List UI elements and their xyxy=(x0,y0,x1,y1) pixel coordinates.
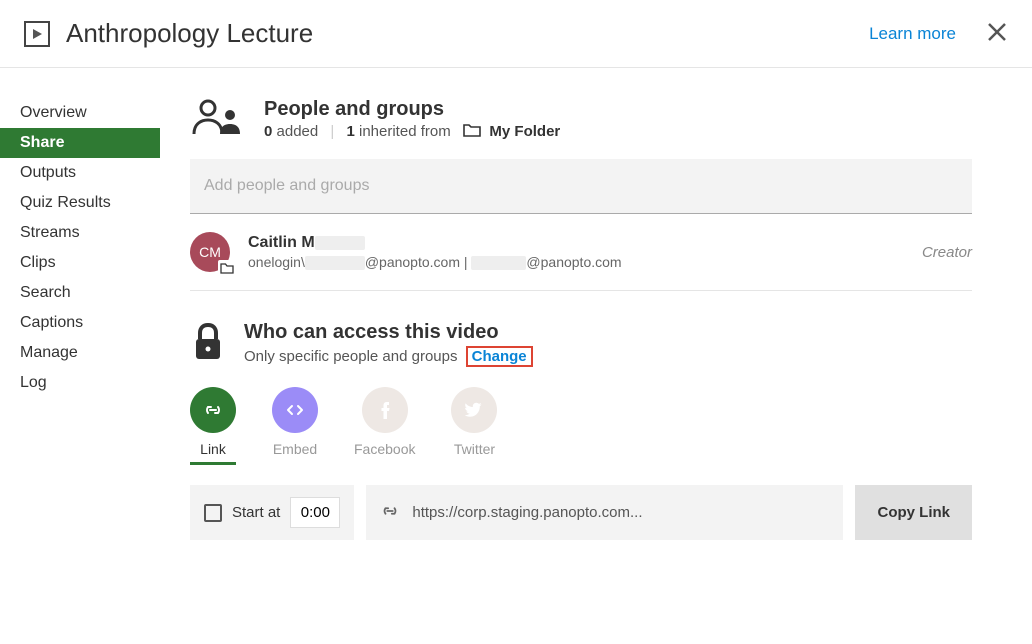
added-label: added xyxy=(277,123,319,140)
twitter-icon xyxy=(451,387,497,433)
access-title: Who can access this video xyxy=(244,321,533,344)
sidebar-item-streams[interactable]: Streams xyxy=(0,218,160,248)
people-subtitle: 0 added | 1 inherited from My Folder xyxy=(264,123,560,141)
folder-icon xyxy=(463,123,481,141)
redacted-text xyxy=(305,256,365,270)
person-email-sep: | xyxy=(460,254,471,270)
link-icon-small xyxy=(380,501,400,525)
redacted-text xyxy=(471,256,526,270)
start-at-time-input[interactable] xyxy=(290,497,340,528)
share-url-text: https://corp.staging.panopto.com... xyxy=(412,504,642,521)
copy-link-button[interactable]: Copy Link xyxy=(855,485,972,540)
person-login-prefix: onelogin\ xyxy=(248,254,305,270)
people-title: People and groups xyxy=(264,98,560,121)
access-subtitle-text: Only specific people and groups xyxy=(244,348,457,365)
sidebar-item-clips[interactable]: Clips xyxy=(0,248,160,278)
lock-icon xyxy=(190,321,226,363)
close-icon[interactable] xyxy=(986,20,1008,48)
learn-more-link[interactable]: Learn more xyxy=(869,24,956,44)
avatar-folder-badge xyxy=(218,260,236,276)
people-icon xyxy=(190,98,246,138)
access-subtitle: Only specific people and groups Change xyxy=(244,348,533,365)
share-tab-embed-label: Embed xyxy=(273,441,317,457)
video-icon xyxy=(24,21,50,47)
redacted-text xyxy=(315,236,365,250)
share-url-box[interactable]: https://corp.staging.panopto.com... xyxy=(366,485,843,540)
share-tab-link-label: Link xyxy=(200,441,226,457)
start-at-label: Start at xyxy=(232,504,280,521)
sidebar-item-outputs[interactable]: Outputs xyxy=(0,158,160,188)
share-tab-twitter[interactable]: Twitter xyxy=(451,387,497,457)
access-section-header: Who can access this video Only specific … xyxy=(190,321,972,365)
facebook-icon xyxy=(362,387,408,433)
inherited-count: 1 xyxy=(346,123,354,140)
person-info: Caitlin M onelogin\ @panopto.com | @panop… xyxy=(248,234,904,270)
sidebar-item-captions[interactable]: Captions xyxy=(0,308,160,338)
person-subline: onelogin\ @panopto.com | @panopto.com xyxy=(248,254,904,270)
add-people-input[interactable] xyxy=(204,177,958,195)
start-at-box: Start at xyxy=(190,485,354,540)
link-icon xyxy=(190,387,236,433)
share-tab-embed[interactable]: Embed xyxy=(272,387,318,457)
share-tabs: Link Embed Facebook Twitter xyxy=(190,387,972,457)
person-name: Caitlin M xyxy=(248,234,904,252)
people-section-header: People and groups 0 added | 1 inherited … xyxy=(190,98,972,141)
person-row: CM Caitlin M onelogin\ @panopto.com | @pa… xyxy=(190,214,972,291)
add-people-input-wrap xyxy=(190,159,972,214)
inherited-label: inherited from xyxy=(359,123,451,140)
sidebar-item-share[interactable]: Share xyxy=(0,128,160,158)
share-tab-link[interactable]: Link xyxy=(190,387,236,457)
person-email-domain-1: @panopto.com xyxy=(365,254,460,270)
inherited-folder-name[interactable]: My Folder xyxy=(489,123,560,140)
sidebar-item-quiz-results[interactable]: Quiz Results xyxy=(0,188,160,218)
change-access-link[interactable]: Change xyxy=(466,346,533,367)
person-name-prefix: Caitlin M xyxy=(248,234,315,251)
avatar-initials: CM xyxy=(199,244,221,260)
start-at-checkbox[interactable] xyxy=(204,504,222,522)
sidebar-item-overview[interactable]: Overview xyxy=(0,98,160,128)
sidebar-item-log[interactable]: Log xyxy=(0,368,160,398)
added-count: 0 xyxy=(264,123,272,140)
page-title: Anthropology Lecture xyxy=(66,18,869,49)
link-bar: Start at https://corp.staging.panopto.co… xyxy=(190,485,972,540)
sidebar-item-manage[interactable]: Manage xyxy=(0,338,160,368)
dialog-header: Anthropology Lecture Learn more xyxy=(0,0,1032,68)
share-tab-facebook[interactable]: Facebook xyxy=(354,387,415,457)
person-role: Creator xyxy=(922,244,972,261)
main-content: People and groups 0 added | 1 inherited … xyxy=(160,68,990,570)
share-tab-facebook-label: Facebook xyxy=(354,441,415,457)
sidebar-item-search[interactable]: Search xyxy=(0,278,160,308)
sidebar: Overview Share Outputs Quiz Results Stre… xyxy=(0,68,160,570)
share-tab-twitter-label: Twitter xyxy=(454,441,495,457)
separator: | xyxy=(330,123,334,140)
person-email-domain-2: @panopto.com xyxy=(526,254,621,270)
avatar: CM xyxy=(190,232,230,272)
embed-icon xyxy=(272,387,318,433)
